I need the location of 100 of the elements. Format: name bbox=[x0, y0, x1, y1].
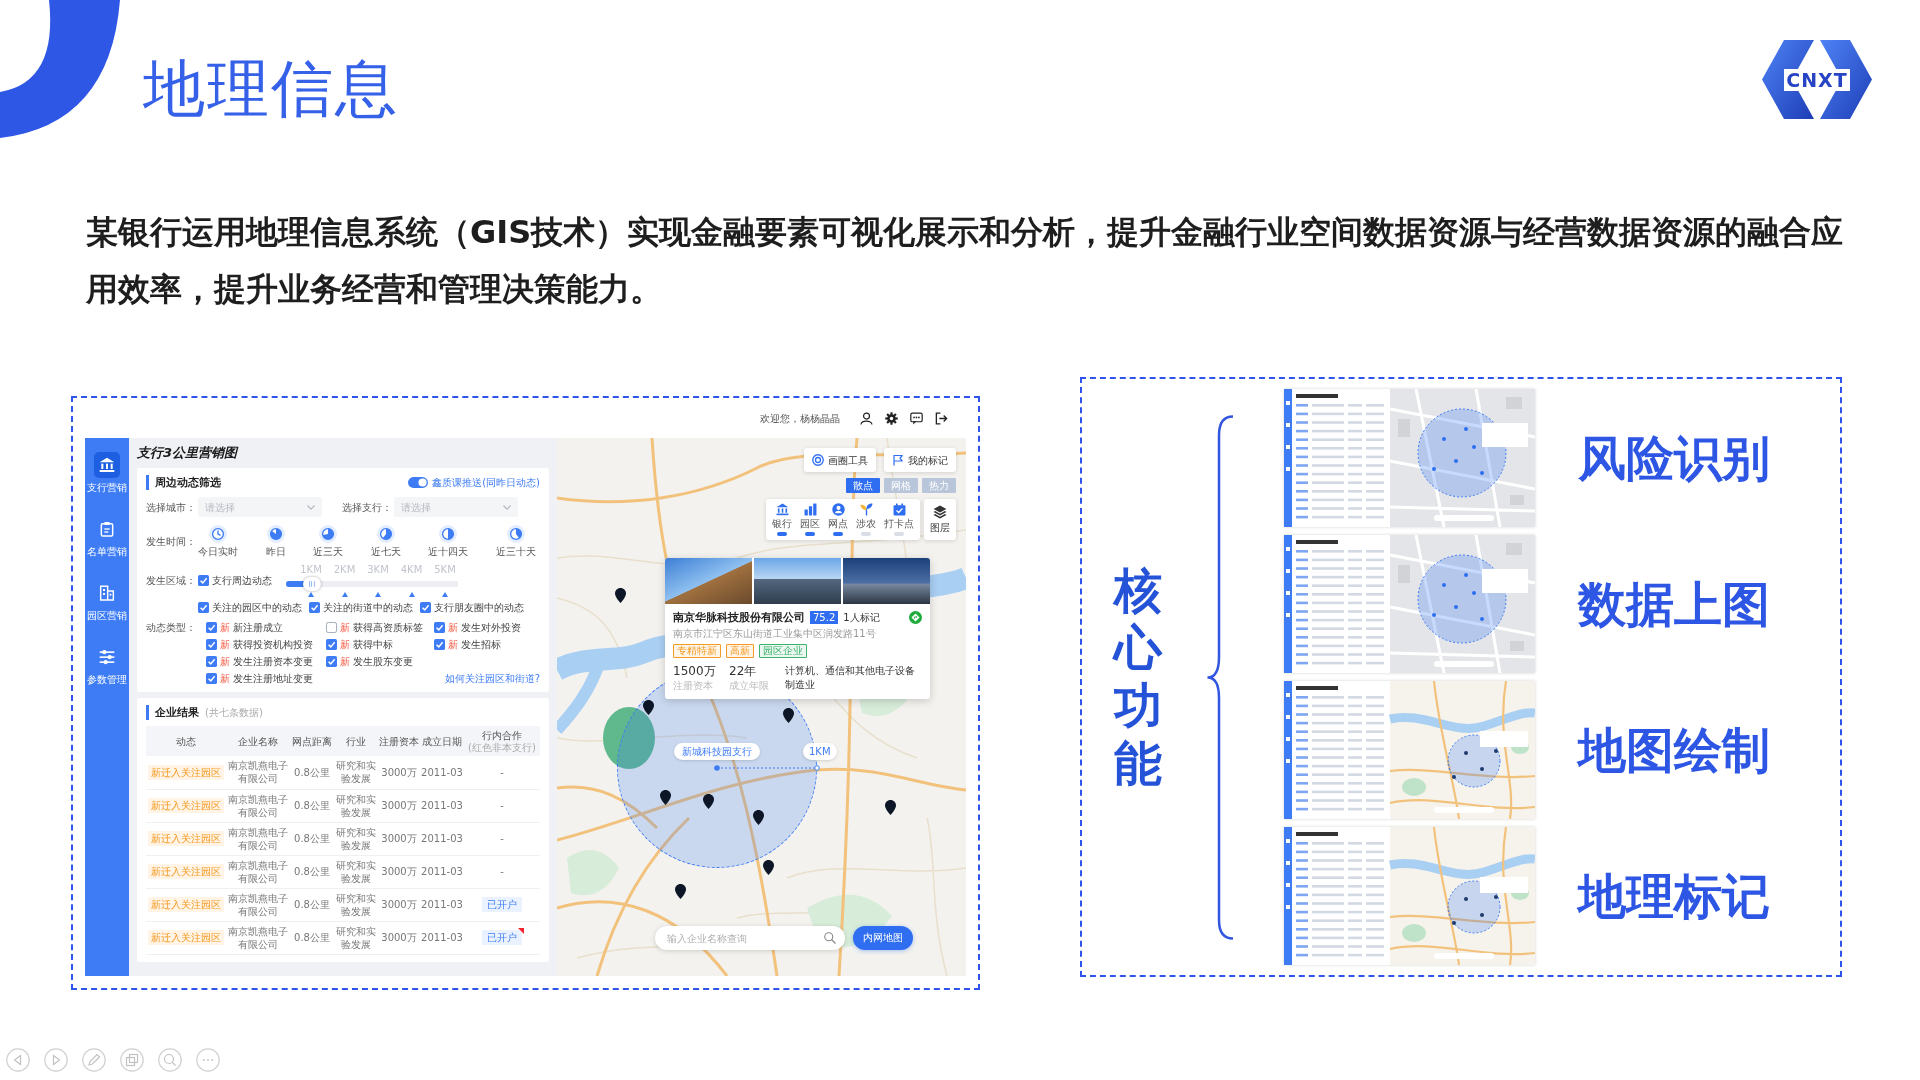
map-pin-icon[interactable] bbox=[885, 800, 896, 815]
logout-icon[interactable] bbox=[935, 411, 948, 425]
account-tag: 已开户 bbox=[482, 897, 522, 912]
checkbox[interactable] bbox=[206, 656, 217, 667]
sidebar-item[interactable]: 名单营销 bbox=[87, 516, 127, 558]
checkbox[interactable] bbox=[326, 622, 337, 633]
toggle-switch[interactable] bbox=[805, 532, 815, 536]
table-cell: 2011-03 bbox=[420, 888, 464, 921]
view-mode-tab[interactable]: 散点 bbox=[846, 478, 880, 493]
settings-icon[interactable] bbox=[885, 411, 898, 425]
new-tag: 新 bbox=[220, 672, 230, 685]
table-cell: 0.8公里 bbox=[290, 888, 334, 921]
table-cell: 2011-03 bbox=[420, 789, 464, 822]
sidebar-item[interactable]: 园区营销 bbox=[87, 580, 127, 622]
toggle-switch[interactable] bbox=[777, 532, 787, 536]
checkbox-label: 发生股东变更 bbox=[353, 655, 413, 668]
tool-button[interactable]: 我的标记 bbox=[884, 448, 956, 472]
logo-icon bbox=[1760, 40, 1874, 119]
sidebar-item[interactable]: 参数管理 bbox=[87, 644, 127, 686]
table-cell: 南京凯燕电子有限公司 bbox=[226, 855, 290, 888]
status-tag: 新迁入关注园区 bbox=[148, 798, 224, 813]
new-tag: 新 bbox=[448, 621, 458, 634]
field-label: 选择城市： bbox=[146, 500, 197, 514]
scale-label: 3KM bbox=[366, 564, 390, 576]
layer-button[interactable]: 网点 bbox=[824, 503, 852, 536]
new-tag: 新 bbox=[220, 621, 230, 634]
company-name: 南京华脉科技股份有限公司 bbox=[673, 610, 805, 625]
table-cell: 研究和实验发展 bbox=[334, 888, 378, 921]
pie-icon bbox=[266, 525, 285, 543]
map-pin-icon[interactable] bbox=[675, 884, 686, 899]
checkbox[interactable] bbox=[206, 639, 217, 650]
table-cell: 2011-03 bbox=[420, 921, 464, 954]
tool-button[interactable]: 画圈工具 bbox=[804, 448, 876, 472]
checkbox[interactable] bbox=[198, 575, 209, 586]
map-pin-icon[interactable] bbox=[660, 790, 671, 805]
description-text: 某银行运用地理信息系统（GIS技术）实现金融要素可视化展示和分析，提升金融行业空间数据资源与经营数据资源的融合应用效率，提升业务经营和管理决策能力。 bbox=[86, 212, 1845, 310]
time-option[interactable]: 近三十天 bbox=[495, 525, 536, 558]
new-tag: 新 bbox=[220, 638, 230, 651]
radius-label: 1KM bbox=[803, 743, 837, 760]
flag-icon bbox=[892, 454, 904, 466]
table-cell: 0.8公里 bbox=[290, 855, 334, 888]
map-pin-icon[interactable] bbox=[615, 588, 626, 603]
checkbox-label: 发生招标 bbox=[461, 638, 501, 651]
layer-button[interactable]: 园区 bbox=[796, 503, 824, 536]
layer-button[interactable]: 银行 bbox=[768, 503, 796, 536]
checkbox[interactable] bbox=[309, 602, 320, 613]
search-icon[interactable] bbox=[824, 932, 836, 944]
pie-icon bbox=[376, 525, 395, 543]
map-pin-icon[interactable] bbox=[783, 708, 794, 723]
pie-icon bbox=[319, 525, 338, 543]
checkbox-label: 发生对外投资 bbox=[461, 621, 521, 634]
layer-button[interactable]: 涉农 bbox=[852, 503, 880, 536]
new-tag: 新 bbox=[340, 638, 350, 651]
checkbox[interactable] bbox=[206, 673, 217, 684]
score-badge: 75.2 bbox=[810, 611, 839, 624]
column-header: 注册资本 bbox=[378, 726, 420, 756]
checkbox[interactable] bbox=[420, 602, 431, 613]
toggle-switch[interactable] bbox=[894, 532, 904, 536]
table-cell: 研究和实验发展 bbox=[334, 789, 378, 822]
checkbox[interactable] bbox=[198, 602, 209, 613]
help-link[interactable]: 如何关注园区和街道? bbox=[444, 672, 540, 685]
time-option[interactable]: 昨日 bbox=[265, 525, 286, 558]
slider-handle[interactable] bbox=[302, 577, 321, 591]
map-pin-icon[interactable] bbox=[763, 860, 774, 875]
calendar-check-icon bbox=[892, 503, 906, 516]
sidebar-item[interactable]: 支行营销 bbox=[87, 452, 127, 494]
map-pin-icon[interactable] bbox=[703, 794, 714, 809]
checkbox[interactable] bbox=[434, 639, 445, 650]
layer-button[interactable]: 打卡点 bbox=[880, 503, 918, 536]
search-field[interactable]: 输入企业名称查询 bbox=[655, 926, 845, 950]
section-title: 企业结果 bbox=[146, 705, 199, 720]
scale-label: 5KM bbox=[433, 564, 457, 576]
checkbox-label: 关注的街道中的动态 bbox=[323, 601, 413, 614]
checkbox[interactable] bbox=[434, 622, 445, 633]
toggle-switch[interactable] bbox=[833, 532, 843, 536]
table-cell: 2011-03 bbox=[420, 855, 464, 888]
time-option[interactable]: 近三天 bbox=[313, 525, 344, 558]
feature-label: 地图绘制 bbox=[1578, 722, 1770, 778]
welcome-text: 欢迎您，杨杨晶晶 bbox=[760, 411, 840, 425]
map-pin-icon[interactable] bbox=[643, 700, 654, 715]
section-title: 周边动态筛选 bbox=[146, 475, 221, 490]
intranet-map-button[interactable]: 内网地图 bbox=[853, 926, 913, 950]
bar-chart-icon bbox=[803, 503, 817, 516]
time-option[interactable]: 今日实时 bbox=[198, 525, 238, 558]
time-option[interactable]: 近七天 bbox=[370, 525, 401, 558]
new-tag: 新 bbox=[340, 655, 350, 668]
toggle-switch[interactable] bbox=[861, 532, 871, 536]
layers-button[interactable]: 图层 bbox=[924, 499, 956, 540]
direction-icon[interactable] bbox=[909, 611, 922, 624]
user-icon[interactable] bbox=[860, 411, 873, 425]
time-option[interactable]: 近十四天 bbox=[428, 525, 469, 558]
mark-count: 1人标记 bbox=[843, 611, 880, 624]
checkbox[interactable] bbox=[206, 622, 217, 633]
map-pin-icon[interactable] bbox=[753, 810, 764, 825]
sliders-icon bbox=[99, 649, 115, 665]
toggle-switch[interactable] bbox=[408, 477, 429, 488]
target-icon bbox=[812, 454, 824, 466]
checkbox[interactable] bbox=[326, 656, 337, 667]
checkbox[interactable] bbox=[326, 639, 337, 650]
message-icon[interactable] bbox=[910, 411, 923, 425]
